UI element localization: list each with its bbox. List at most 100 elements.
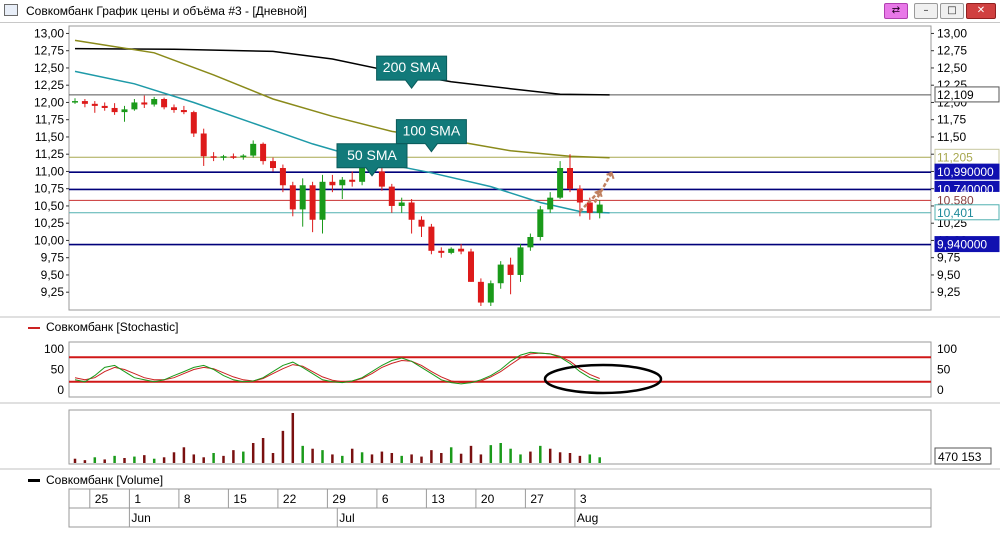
price-tick-label-left: 10,75	[34, 182, 64, 196]
candle-body	[151, 99, 158, 105]
candle-body	[438, 250, 445, 253]
candle-body	[527, 237, 534, 248]
candle-body	[250, 143, 257, 156]
sma-line-200	[74, 47, 610, 96]
sma-callout-label: 200 SMA	[383, 59, 441, 75]
candle-body	[210, 156, 217, 158]
price-tick-label-right: 13,00	[937, 26, 967, 40]
price-level-tag-text: 10,990000	[937, 165, 994, 179]
sma-callout-label: 100 SMA	[403, 123, 461, 139]
time-day-label: 25	[95, 492, 109, 506]
candle-body	[81, 101, 88, 104]
candle-body	[279, 168, 286, 186]
candle-body	[507, 264, 514, 275]
candle-body	[319, 181, 326, 220]
time-day-label: 1	[134, 492, 141, 506]
price-tick-label-left: 10,25	[34, 216, 64, 230]
time-day-label: 13	[431, 492, 445, 506]
candle-body	[349, 179, 356, 182]
stochastic-tick-right: 0	[937, 383, 944, 397]
price-tick-label-right: 11,50	[937, 130, 966, 144]
price-tick-label-left: 11,25	[35, 147, 64, 161]
stochastic-highlight-ellipse	[543, 363, 663, 395]
candle-body	[408, 202, 415, 220]
price-level-tag-text: 10,401	[937, 206, 974, 220]
candle-body	[101, 105, 108, 108]
candle-body	[230, 156, 237, 158]
price-tick-label-left: 12,00	[34, 95, 64, 109]
candle-body	[289, 185, 296, 210]
candle-body	[517, 247, 524, 275]
price-tick-label-right: 12,75	[937, 44, 967, 58]
candle-body	[477, 281, 484, 303]
candle-body	[596, 204, 603, 213]
candle-body	[458, 248, 465, 252]
candle-body	[200, 133, 207, 157]
sma-callout-label: 50 SMA	[347, 147, 397, 163]
candle-body	[91, 103, 98, 106]
candle-body	[299, 185, 306, 210]
price-level-tag-text: 11,205	[937, 150, 973, 164]
candle-body	[161, 99, 168, 108]
price-tick-label-left: 10,00	[34, 233, 64, 247]
time-month-label: Jun	[131, 511, 150, 525]
candle-body	[388, 186, 395, 206]
candle-body	[378, 171, 385, 187]
candle-body	[537, 209, 544, 237]
stochastic-tick-right: 100	[937, 342, 957, 356]
price-level-tag-text: 12,109	[937, 88, 974, 102]
candle-body	[329, 181, 336, 186]
candle-body	[359, 168, 366, 182]
price-tick-label-left: 9,50	[41, 268, 65, 282]
price-tick-label-left: 11,50	[35, 130, 64, 144]
time-day-label: 3	[580, 492, 587, 506]
candle-body	[428, 226, 435, 251]
candle-body	[576, 188, 583, 203]
candle-body	[220, 156, 227, 158]
price-tick-label-right: 9,25	[937, 285, 961, 299]
price-tick-label-left: 12,50	[34, 61, 64, 75]
price-tick-label-right: 12,50	[937, 61, 967, 75]
candle-body	[309, 185, 316, 220]
candle-body	[586, 202, 593, 213]
price-tick-label-left: 13,00	[34, 26, 64, 40]
candle-body	[418, 219, 425, 227]
candle-body	[547, 197, 554, 210]
stochastic-tick-right: 50	[937, 363, 951, 377]
candle-body	[240, 155, 247, 158]
candle-body	[111, 107, 118, 113]
price-tick-label-left: 12,75	[34, 44, 64, 58]
price-tick-label-left: 9,25	[41, 285, 65, 299]
candle-body	[497, 264, 504, 284]
candle-body	[398, 202, 405, 206]
candle-body	[468, 251, 474, 282]
stochastic-tick-left: 100	[44, 342, 64, 356]
price-tick-label-left: 11,75	[35, 113, 64, 127]
candle-body	[131, 102, 138, 110]
stochastic-tick-left: 0	[57, 383, 64, 397]
candle-body	[557, 168, 564, 198]
candle-body	[339, 179, 346, 186]
candle-body	[270, 161, 276, 168]
projection-arrow	[593, 172, 613, 204]
time-day-label: 20	[481, 492, 495, 506]
price-tick-label-right: 9,50	[937, 268, 961, 282]
time-month-label: Aug	[577, 511, 598, 525]
stochastic-tick-left: 50	[51, 363, 65, 377]
time-month-label: Jul	[339, 511, 354, 525]
candle-body	[448, 248, 455, 253]
volume-last-value: 470 153	[938, 450, 982, 464]
time-day-label: 29	[332, 492, 346, 506]
candle-body	[487, 283, 494, 303]
time-day-label: 15	[233, 492, 247, 506]
candle-body	[190, 112, 197, 134]
candle-body	[141, 102, 148, 105]
price-tick-label-right: 9,75	[937, 251, 961, 265]
time-day-label: 22	[283, 492, 297, 506]
time-day-label: 27	[530, 492, 544, 506]
candle-body	[121, 109, 128, 113]
candle-body	[72, 101, 78, 103]
chart-canvas[interactable]: 200 SMA 100 SMA 50 SMA 13,00 13,00 12,75 12,7…	[0, 0, 1000, 540]
price-tick-label-left: 9,75	[41, 251, 65, 265]
price-tick-label-right: 11,75	[937, 113, 966, 127]
